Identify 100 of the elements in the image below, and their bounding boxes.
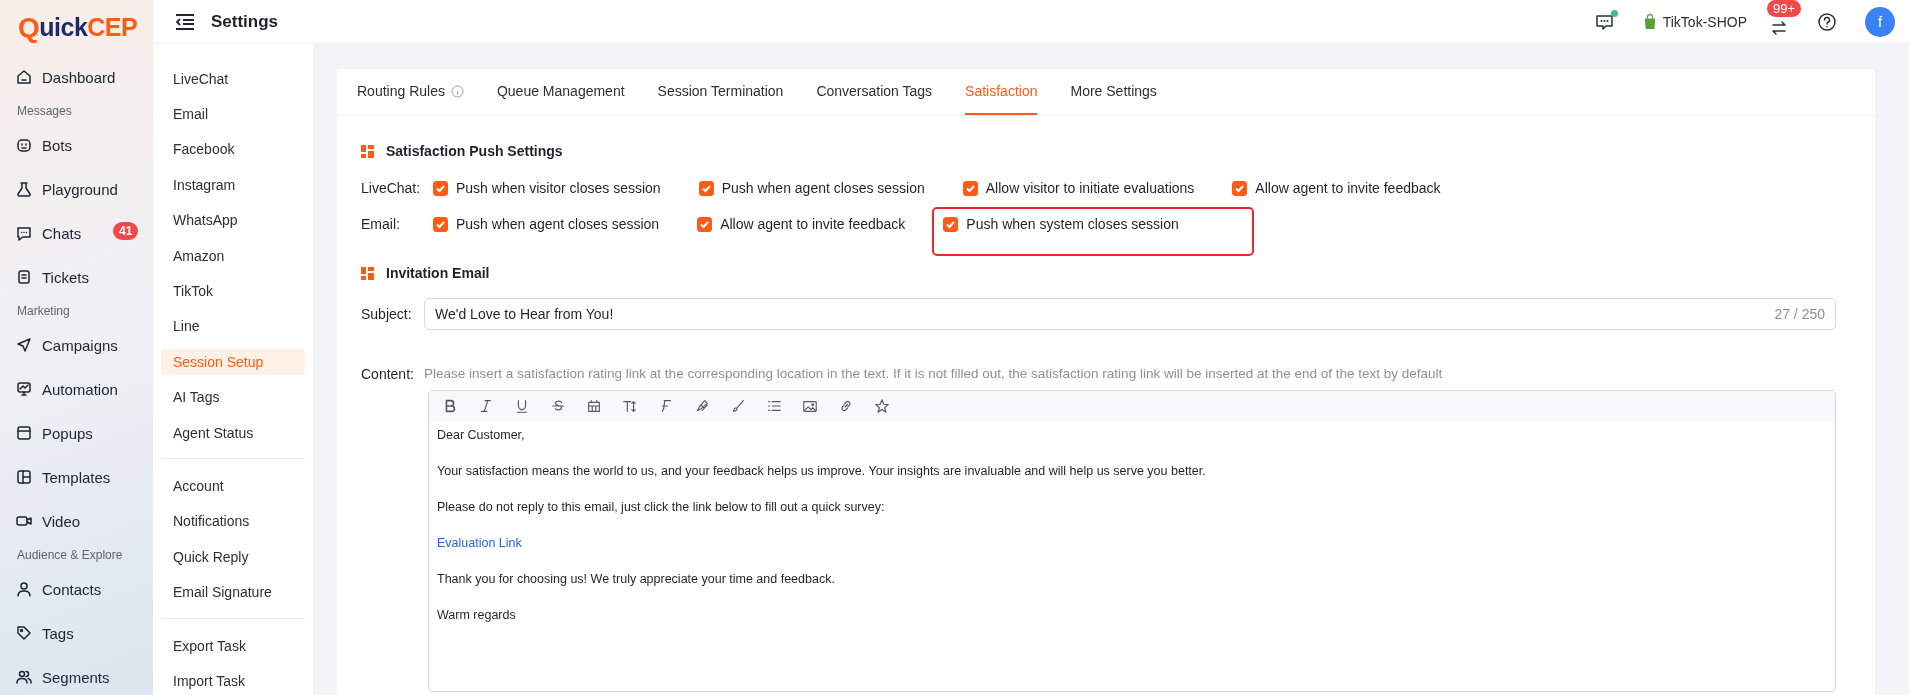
nav-item[interactable]: Tickets (42, 268, 89, 286)
page-title: Settings (211, 11, 280, 32)
email-paragraph: Warm regards (437, 607, 517, 624)
tag-icon (15, 624, 33, 642)
email-paragraph: Dear Customer, (437, 427, 526, 444)
hint-text: Please insert a satisfaction rating link at the corresponding location in the text. If it is not filled out, the satisfaction rating link will be inserted at the end of the text by default (424, 366, 1443, 382)
text-size-icon[interactable] (622, 398, 638, 414)
house-icon (15, 68, 33, 86)
field-label: Content: (361, 366, 415, 382)
person-icon (15, 580, 33, 598)
settings-menu-item[interactable]: Email (161, 101, 305, 128)
checkbox-label: Push when agent closes session (456, 216, 660, 232)
settings-menu-item[interactable]: Facebook (161, 136, 305, 163)
star-icon[interactable] (874, 398, 890, 414)
checkbox[interactable] (433, 180, 448, 196)
settings-menu-item[interactable]: Instagram (161, 171, 305, 198)
checkbox-label: Allow visitor to initiate evaluations (985, 180, 1195, 196)
checkbox[interactable] (433, 216, 448, 232)
logo: QuickCEP (17, 10, 139, 45)
settings-menu-item[interactable]: Account (161, 473, 305, 499)
people-icon (15, 668, 33, 686)
brush-icon[interactable] (730, 398, 746, 414)
tab[interactable]: Queue Management (496, 69, 625, 115)
settings-menu-item[interactable]: Import Task (161, 667, 305, 694)
link-icon[interactable] (838, 398, 854, 414)
checkbox[interactable] (943, 216, 959, 232)
shopping-bag-icon (1642, 13, 1657, 30)
field-label: Subject: (361, 306, 413, 322)
send-icon (15, 336, 33, 354)
document-icon (15, 268, 33, 286)
evaluation-link[interactable]: Evaluation Link (437, 536, 522, 550)
nav-section-label: Marketing (16, 303, 71, 320)
tab[interactable]: More Settings (1070, 69, 1157, 115)
nav-item[interactable]: Tags (42, 624, 74, 642)
checkbox[interactable] (1232, 180, 1248, 196)
settings-menu-item[interactable]: Line (161, 313, 305, 340)
shop-name[interactable]: TikTok-SHOP (1662, 13, 1747, 30)
layout-icon (15, 468, 33, 486)
section-icon (361, 144, 374, 158)
nav-item[interactable]: Contacts (42, 580, 102, 598)
section-icon (361, 266, 374, 280)
email-paragraph: Your satisfaction means the world to us, and your feedback helps us improve. Your insights are invaluable and will help us serve you better. (437, 463, 1207, 480)
section-title: Invitation Email (386, 265, 490, 281)
help-icon[interactable] (1817, 11, 1837, 32)
user-avatar[interactable]: f (1865, 6, 1895, 37)
checkbox-label: Allow agent to invite feedback (1255, 180, 1441, 196)
notification-badge: 99+ (1767, 0, 1802, 17)
checkbox[interactable] (698, 180, 714, 196)
window-icon (15, 424, 33, 442)
info-icon (450, 84, 464, 98)
nav-item[interactable]: Templates (42, 468, 111, 486)
settings-menu-item[interactable]: Export Task (161, 632, 305, 659)
nav-item[interactable]: Video (42, 512, 81, 530)
strikethrough-icon[interactable] (550, 398, 566, 414)
checkbox[interactable] (962, 180, 978, 196)
settings-menu-item[interactable]: TikTok (161, 278, 305, 305)
settings-menu-item[interactable]: AI Tags (161, 384, 305, 411)
nav-section-label: Audience & Explore (16, 547, 124, 564)
menu-collapse-icon[interactable] (175, 13, 195, 30)
checkbox[interactable] (697, 216, 713, 232)
table-icon[interactable] (586, 398, 602, 414)
italic-icon[interactable] (478, 398, 494, 414)
row-label: LiveChat: (361, 180, 422, 196)
checkbox-label: Push when visitor closes session (456, 180, 661, 196)
settings-menu-item[interactable]: Quick Reply (161, 543, 305, 570)
nav-item[interactable]: Chats (42, 224, 82, 242)
flask-icon (15, 180, 33, 198)
image-icon[interactable] (802, 398, 818, 414)
settings-menu-item[interactable]: Notifications (161, 508, 305, 535)
character-counter: 27 / 250 (1774, 306, 1825, 322)
checkbox-label: Push when agent closes session (721, 180, 925, 196)
section-title: Satisfaction Push Settings (386, 143, 563, 159)
nav-item[interactable]: Playground (42, 180, 118, 198)
settings-menu-item[interactable]: Email Signature (161, 579, 305, 606)
nav-item[interactable]: Segments (42, 668, 110, 686)
nav-item[interactable]: Campaigns (42, 336, 118, 354)
email-paragraph: Please do not reply to this email, just click the link below to fill out a quick survey: (437, 499, 886, 516)
settings-menu-item[interactable]: Agent Status (161, 419, 305, 446)
nav-item[interactable]: Bots (42, 136, 72, 154)
tab[interactable]: Conversation Tags (816, 69, 933, 115)
settings-menu-item[interactable]: Amazon (161, 242, 305, 269)
settings-menu-item[interactable]: LiveChat (161, 65, 305, 92)
subject-field[interactable]: We'd Love to Hear from You! 27 / 250 (424, 298, 1836, 330)
nav-item[interactable]: Automation (42, 380, 118, 398)
highlighter-icon[interactable] (694, 398, 710, 414)
checkbox-label: Push when system closes session (966, 216, 1179, 232)
count-badge: 41 (113, 222, 139, 240)
chat-bubble-icon (15, 224, 33, 242)
settings-menu-item[interactable]: WhatsApp (161, 207, 305, 234)
underline-icon[interactable] (514, 398, 530, 414)
nav-item[interactable]: Dashboard (42, 68, 116, 86)
nav-item[interactable]: Popups (42, 424, 93, 442)
robot-face-icon (15, 136, 33, 154)
nav-section-label: Messages (16, 103, 73, 120)
email-paragraph: Thank you for choosing us! We truly appreciate your time and feedback. (437, 571, 836, 588)
row-label: Email: (361, 216, 401, 232)
tab[interactable]: Session Termination (657, 69, 784, 115)
list-icon[interactable] (766, 398, 782, 414)
checkbox-label: Allow agent to invite feedback (720, 216, 906, 232)
tab[interactable]: Routing Rules (357, 69, 464, 115)
